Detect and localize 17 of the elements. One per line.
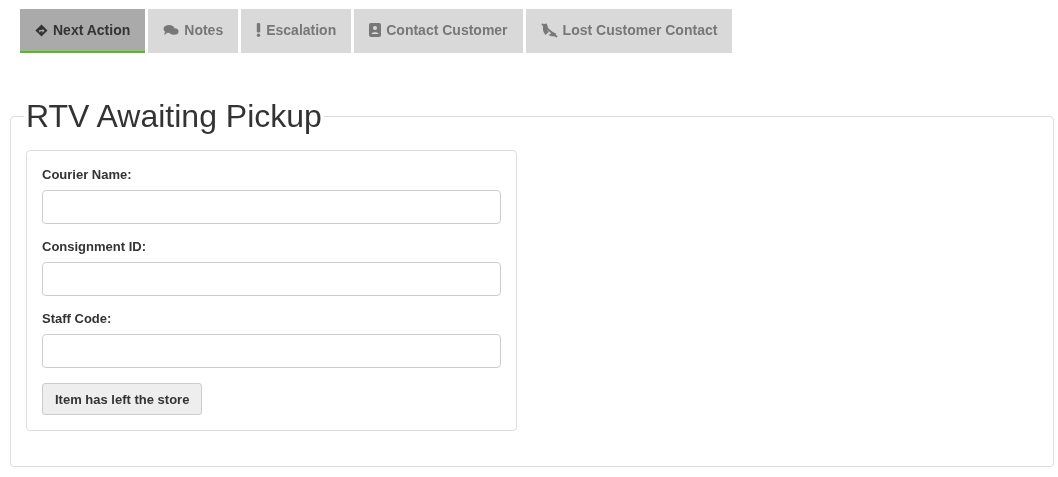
speech-bubbles-icon [163,24,180,36]
tab[interactable]: Lost Customer Contact [525,9,733,53]
tab[interactable]: Escalation [241,9,352,53]
input-field[interactable] [42,334,501,368]
address-book-icon [369,23,382,37]
tab[interactable]: Contact Customer [354,9,523,53]
field-label: Staff Code: [42,311,113,326]
field-label: Courier Name: [42,167,133,182]
exclamation-icon [256,23,262,37]
tab[interactable]: Next Action [20,9,146,53]
field-label: Consignment ID: [42,239,147,254]
item-left-button[interactable]: Item has left the store [42,383,203,415]
diamond-arrow-icon [35,23,48,37]
input-field[interactable] [42,262,501,296]
tab[interactable]: Notes [148,9,239,53]
section-title: RTV Awaiting Pickup [25,98,323,134]
input-field[interactable] [42,190,501,224]
